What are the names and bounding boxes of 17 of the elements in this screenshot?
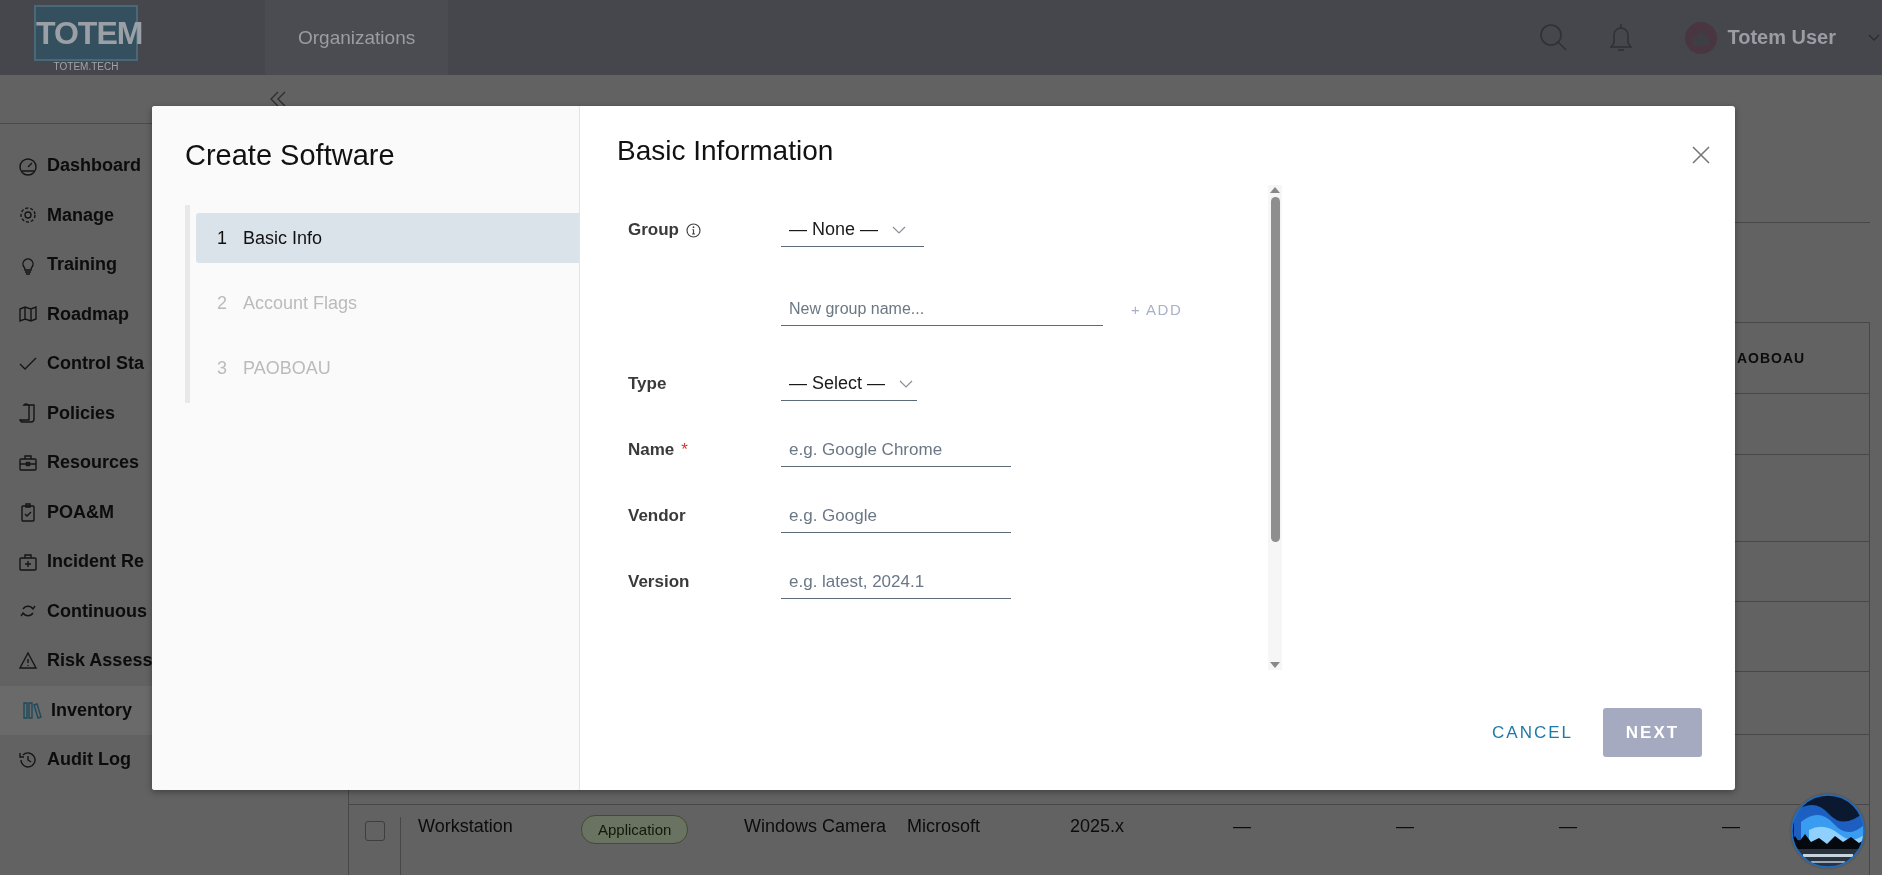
table-cell: Windows Camera xyxy=(744,816,887,836)
field-label: Vendor xyxy=(628,506,686,526)
table-cell: Microsoft xyxy=(907,816,980,836)
table-cell: — xyxy=(1396,816,1414,836)
section-title: Basic Information xyxy=(617,134,834,168)
table-cell: — xyxy=(1722,816,1740,836)
field-label: Type xyxy=(628,374,667,394)
table-cell: — xyxy=(1233,816,1251,836)
required-mark: * xyxy=(681,440,688,460)
dialog-title: Create Software xyxy=(185,138,396,173)
field-label: Group xyxy=(628,220,679,240)
table-cell: — xyxy=(1559,816,1577,836)
table-cell: Workstation xyxy=(418,816,513,836)
field-label: Version xyxy=(628,572,690,592)
type-tag: Application xyxy=(581,815,689,844)
table-cell: 2025.x xyxy=(1070,816,1125,836)
field-label: Name xyxy=(628,440,675,460)
